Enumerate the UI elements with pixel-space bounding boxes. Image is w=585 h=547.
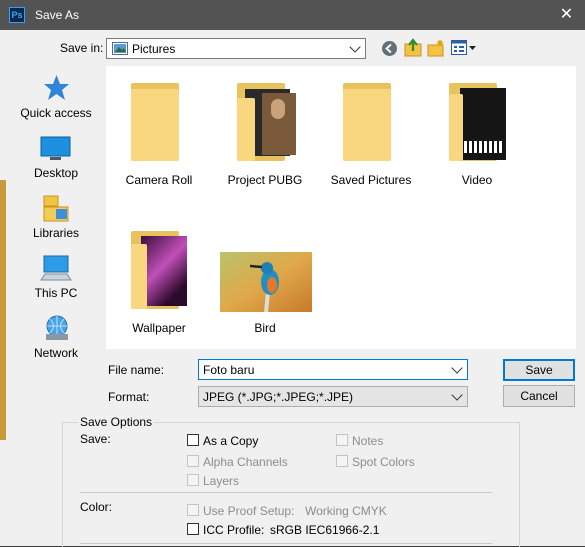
spot-colors-checkbox[interactable] xyxy=(336,455,348,467)
back-icon[interactable] xyxy=(381,40,398,57)
star-icon xyxy=(44,75,69,100)
chevron-down-icon xyxy=(349,41,361,53)
view-menu-icon[interactable] xyxy=(451,40,477,56)
this-pc-icon xyxy=(40,255,72,281)
layers-label: Layers xyxy=(203,474,240,488)
new-folder-icon[interactable] xyxy=(427,39,445,57)
folder-item[interactable]: Project PUBG xyxy=(212,66,318,196)
save-in-dropdown[interactable]: Pictures xyxy=(106,38,366,59)
alpha-channels-label: Alpha Channels xyxy=(203,455,288,469)
image-file-item[interactable]: Bird xyxy=(212,214,318,344)
nav-item-label: Desktop xyxy=(33,166,79,180)
file-name-label: Project PUBG xyxy=(227,173,303,187)
nav-item-libraries[interactable]: Libraries xyxy=(6,186,106,242)
folder-item[interactable]: Camera Roll xyxy=(106,66,212,196)
icc-profile-checkbox[interactable] xyxy=(187,523,199,535)
save-in-label: Save in: xyxy=(60,41,104,55)
nav-item-this-pc[interactable]: This PC xyxy=(6,246,106,302)
format-value: JPEG (*.JPG;*.JPEG;*.JPE) xyxy=(203,390,354,404)
save-as-dialog: Ps Save As ✕ Save in: Pictures Quick acc… xyxy=(0,0,585,547)
folder-item[interactable]: Video xyxy=(424,66,530,196)
window-title: Save As xyxy=(35,8,80,22)
nav-item-label: Libraries xyxy=(32,226,80,240)
folder-item[interactable]: Wallpaper xyxy=(106,214,212,344)
close-button[interactable]: ✕ xyxy=(548,0,585,30)
nav-item-quick-access[interactable]: Quick access xyxy=(6,66,106,122)
title-bar[interactable]: Ps Save As ✕ xyxy=(0,0,585,30)
divider xyxy=(80,543,492,544)
file-name-label: Saved Pictures xyxy=(330,173,412,187)
desktop-icon xyxy=(40,136,71,160)
file-name-label: Bird xyxy=(254,321,276,335)
nav-item-label: This PC xyxy=(34,286,78,300)
alpha-channels-checkbox[interactable] xyxy=(187,455,199,467)
save-button[interactable]: Save xyxy=(503,359,575,381)
folder-item[interactable]: Saved Pictures xyxy=(318,66,424,196)
file-name-input[interactable]: Foto baru xyxy=(198,359,468,380)
use-proof-setup-label: Use Proof Setup: xyxy=(203,504,295,518)
divider xyxy=(80,492,492,493)
as-a-copy-label: As a Copy xyxy=(203,434,259,448)
navigation-pane: Quick access Desktop Libraries This PC N… xyxy=(6,66,106,366)
icc-profile-value: sRGB IEC61966-2.1 xyxy=(270,523,380,537)
file-name-label: Wallpaper xyxy=(132,321,186,335)
icc-profile-label: ICC Profile: xyxy=(203,523,265,537)
proof-setup-value: Working CMYK xyxy=(305,504,387,518)
libraries-icon xyxy=(43,195,69,222)
nav-item-label: Quick access xyxy=(20,106,92,120)
notes-label: Notes xyxy=(352,434,384,448)
chevron-down-icon xyxy=(451,389,463,401)
format-label: Format: xyxy=(108,390,150,404)
nav-item-network[interactable]: Network xyxy=(6,306,106,362)
bird-thumbnail-icon xyxy=(220,252,312,312)
file-name-value: Foto baru xyxy=(203,363,255,377)
chevron-down-icon xyxy=(451,362,463,374)
up-folder-icon[interactable] xyxy=(404,38,422,57)
cancel-button[interactable]: Cancel xyxy=(503,385,575,407)
layers-checkbox[interactable] xyxy=(187,474,199,486)
file-name-label: File name: xyxy=(108,363,165,377)
file-name-label: Video xyxy=(461,173,493,187)
file-name-label: Camera Roll xyxy=(125,173,193,187)
photoshop-app-icon: Ps xyxy=(9,7,25,23)
pictures-folder-icon xyxy=(112,42,128,55)
use-proof-setup-checkbox[interactable] xyxy=(187,504,199,516)
nav-item-desktop[interactable]: Desktop xyxy=(6,126,106,182)
save-in-value: Pictures xyxy=(132,42,176,56)
save-options-heading: Save Options xyxy=(78,415,155,429)
spot-colors-label: Spot Colors xyxy=(352,455,415,469)
as-a-copy-checkbox[interactable] xyxy=(187,434,199,446)
nav-item-label: Network xyxy=(33,346,78,360)
color-label: Color: xyxy=(80,500,113,514)
network-icon xyxy=(46,315,68,340)
notes-checkbox[interactable] xyxy=(336,434,348,446)
file-list: Camera Roll Project PUBG Saved Pictures xyxy=(106,66,576,349)
close-icon: ✕ xyxy=(559,6,574,23)
save-label: Save: xyxy=(80,432,111,446)
format-dropdown[interactable]: JPEG (*.JPG;*.JPEG;*.JPE) xyxy=(198,386,468,407)
